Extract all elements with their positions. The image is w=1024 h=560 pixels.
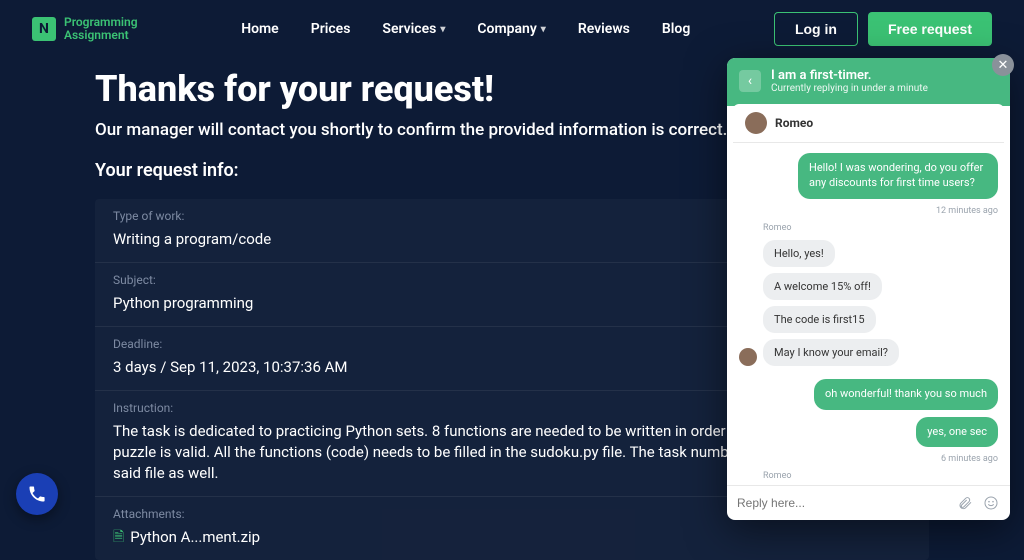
avatar <box>739 348 757 366</box>
chat-close-button[interactable]: ✕ <box>992 54 1014 76</box>
close-icon: ✕ <box>998 58 1009 73</box>
smile-icon <box>983 495 999 511</box>
chevron-left-icon: ‹ <box>748 73 752 89</box>
chat-header: ‹ I am a first-timer. Currently replying… <box>727 58 1010 106</box>
file-icon: 🗎 <box>113 528 124 548</box>
logo-text: Programming Assignment <box>64 16 138 42</box>
msg-agent: A welcome 15% off! <box>763 273 882 300</box>
nav-services-label: Services <box>382 21 436 37</box>
logo[interactable]: N Programming Assignment <box>32 16 138 42</box>
chevron-down-icon: ▾ <box>440 24 445 35</box>
call-button[interactable] <box>16 473 58 515</box>
chat-title: I am a first-timer. <box>771 68 928 83</box>
agent-name-label: Romeo <box>763 471 998 481</box>
timestamp: 12 minutes ago <box>936 206 998 216</box>
chat-input[interactable] <box>737 496 948 510</box>
attach-button[interactable] <box>956 494 974 512</box>
nav: Home Prices Services ▾ Company ▾ Reviews B… <box>176 21 756 37</box>
nav-home[interactable]: Home <box>241 21 279 37</box>
logo-icon: N <box>32 17 56 41</box>
msg-agent: Hello, yes! <box>763 240 835 267</box>
agent-name: Romeo <box>775 116 813 130</box>
chevron-down-icon: ▾ <box>541 24 546 35</box>
chat-body[interactable]: Hello! I was wondering, do you offer any… <box>727 143 1010 485</box>
chat-widget: ‹ I am a first-timer. Currently replying… <box>727 58 1010 520</box>
msg-agent: May I know your email? <box>763 339 899 366</box>
header: N Programming Assignment Home Prices Ser… <box>0 0 1024 58</box>
chat-subtitle: Currently replying in under a minute <box>771 83 928 94</box>
msg-user: yes, one sec <box>916 417 998 448</box>
login-button[interactable]: Log in <box>774 12 858 46</box>
nav-company[interactable]: Company ▾ <box>477 21 545 37</box>
msg-user: Hello! I was wondering, do you offer any… <box>798 153 998 199</box>
paperclip-icon <box>957 495 973 511</box>
agent-msg-block: Hello, yes! A welcome 15% off! The code … <box>739 240 998 366</box>
msg-user: oh wonderful! thank you so much <box>814 379 998 410</box>
phone-icon <box>27 484 47 504</box>
nav-reviews[interactable]: Reviews <box>578 21 630 37</box>
chat-header-text: I am a first-timer. Currently replying i… <box>771 68 928 94</box>
avatar <box>745 112 767 134</box>
chat-input-row <box>727 485 1010 520</box>
emoji-button[interactable] <box>982 494 1000 512</box>
chat-agent-row: Romeo <box>733 104 1004 143</box>
nav-prices[interactable]: Prices <box>311 21 351 37</box>
nav-blog[interactable]: Blog <box>662 21 690 37</box>
timestamp: 6 minutes ago <box>941 454 998 464</box>
msg-agent: The code is first15 <box>763 306 876 333</box>
nav-company-label: Company <box>477 21 536 37</box>
header-actions: Log in Free request <box>774 12 992 46</box>
chat-back-button[interactable]: ‹ <box>739 70 761 92</box>
free-request-button[interactable]: Free request <box>868 12 992 46</box>
agent-name-label: Romeo <box>763 223 998 233</box>
nav-services[interactable]: Services ▾ <box>382 21 445 37</box>
